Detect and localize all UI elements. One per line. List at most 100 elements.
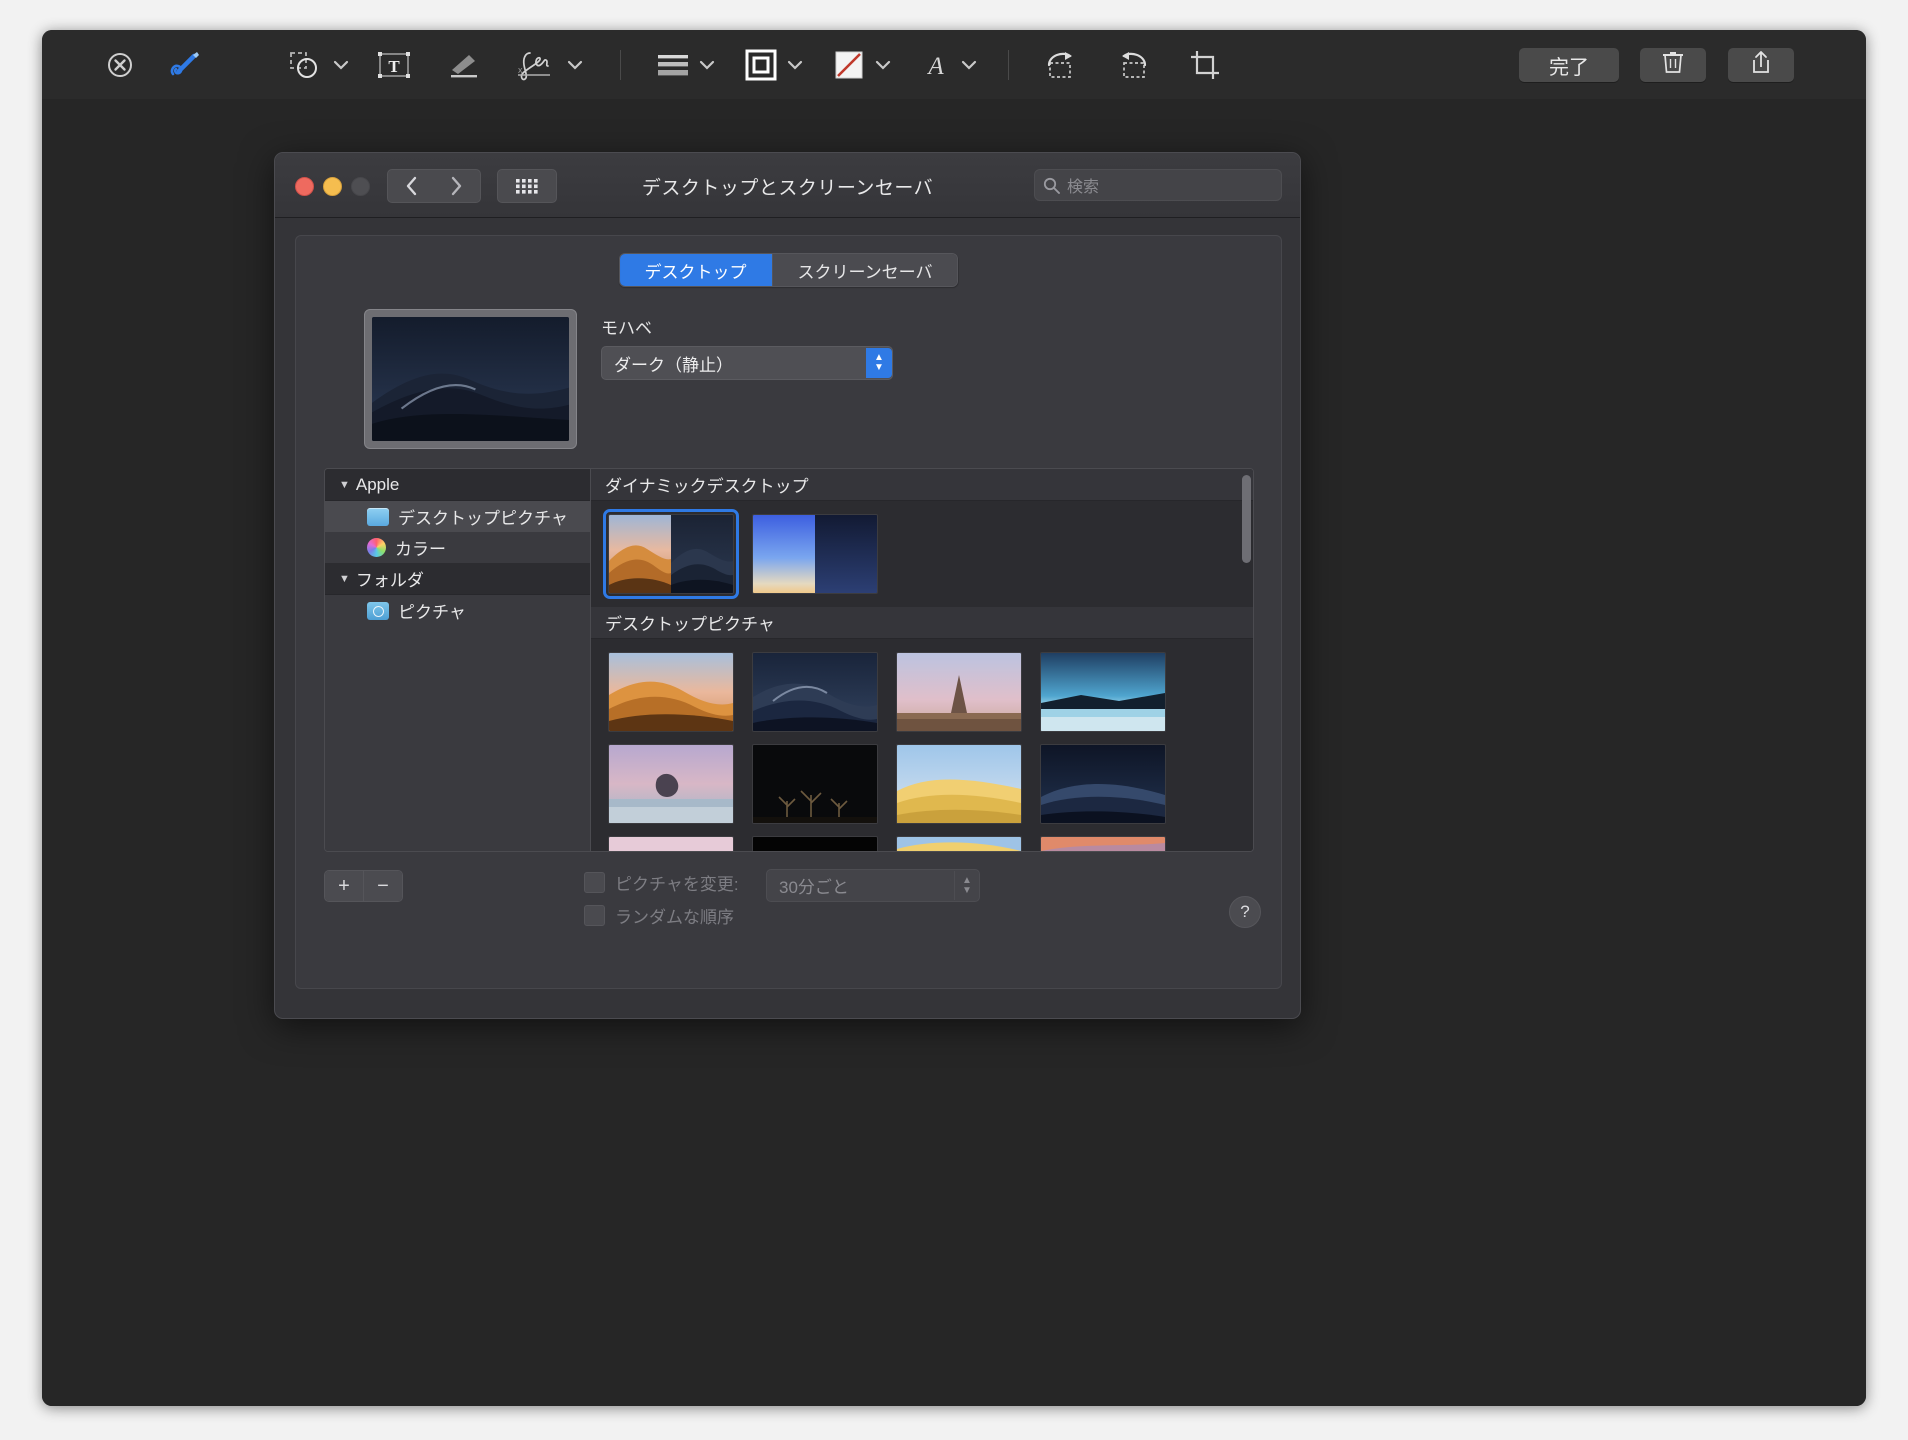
thumbnail-pink-flower[interactable]	[609, 837, 733, 851]
done-button[interactable]: 完了	[1519, 48, 1619, 82]
remove-folder-button[interactable]: −	[363, 871, 402, 901]
done-button-label: 完了	[1549, 51, 1589, 80]
thumbnail-scrollbar-thumb[interactable]	[1242, 475, 1251, 563]
search-input[interactable]: 検索	[1034, 169, 1282, 201]
thumbnail-sand-dune[interactable]	[897, 745, 1021, 823]
help-icon: ?	[1240, 902, 1249, 922]
crop-icon-glyph	[1189, 49, 1221, 81]
markup-window: T x	[42, 30, 1866, 1406]
current-desktop-thumbnail	[372, 317, 569, 441]
section-header-dynamic-desktop: ダイナミックデスクトップ	[591, 469, 1253, 501]
appearance-popup-stepper-icon: ▲ ▼	[866, 348, 892, 378]
search-placeholder: 検索	[1067, 173, 1099, 197]
toolbar-separator-2	[1008, 50, 1009, 80]
interval-popup-value: 30分ごと	[767, 873, 954, 898]
thumbnail-sunset-ridge[interactable]	[1041, 837, 1165, 851]
thumbnail-joshua-tree[interactable]	[753, 745, 877, 823]
highlight-icon[interactable]	[442, 30, 488, 99]
shape-style-icon-glyph	[656, 53, 690, 77]
source-group-folders[interactable]: ▼ フォルダ	[325, 563, 590, 595]
source-group-apple[interactable]: ▼ Apple	[325, 469, 590, 501]
source-group-folders-label: フォルダ	[356, 566, 424, 591]
trash-icon	[1662, 50, 1684, 80]
shapes-icon-glyph	[288, 50, 322, 80]
border-color-chevron-down-icon[interactable]	[784, 30, 806, 99]
appearance-popup-button[interactable]: ダーク（静止） ▲ ▼	[601, 346, 893, 380]
minus-icon: −	[377, 875, 389, 898]
rotate-left-icon-glyph	[1116, 49, 1150, 81]
thumbnail-mojave-day[interactable]	[609, 653, 733, 731]
interval-popup-stepper-icon: ▲ ▼	[954, 871, 979, 900]
sketch-icon-glyph	[167, 48, 203, 82]
thumbnail-mono-lake[interactable]	[609, 745, 733, 823]
crop-icon[interactable]	[1182, 30, 1228, 99]
wallpaper-name: モハベ	[601, 314, 652, 339]
source-group-apple-label: Apple	[356, 475, 399, 495]
signature-icon[interactable]: x	[512, 30, 562, 99]
thumbnail-desert-rock[interactable]	[897, 653, 1021, 731]
tab-screensaver-label: スクリーンセーバ	[798, 258, 933, 283]
svg-text:T: T	[388, 57, 400, 76]
sidebar-item-colors[interactable]: カラー	[325, 532, 590, 563]
thumbnail-row-dynamic	[591, 501, 1253, 593]
thumbnail-solar-gradients[interactable]	[753, 515, 877, 593]
tab-bar: デスクトップ スクリーンセーバ	[619, 253, 959, 287]
interval-popup-button[interactable]: 30分ごと ▲ ▼	[766, 869, 980, 902]
close-icon[interactable]	[98, 30, 142, 99]
sketch-icon[interactable]	[160, 30, 210, 99]
thumbnail-mojave-dynamic[interactable]	[609, 515, 733, 593]
close-icon-glyph	[106, 51, 134, 79]
change-picture-row: ピクチャを変更:	[584, 870, 739, 895]
sidebar-item-desktop-pictures[interactable]: デスクトップピクチャ	[325, 501, 590, 532]
folder-icon	[367, 508, 389, 526]
highlight-icon-glyph	[447, 50, 483, 80]
thumbnail-mojave-night[interactable]	[753, 653, 877, 731]
disclosure-triangle-icon-2[interactable]: ▼	[339, 573, 350, 585]
prefs-titlebar: デスクトップとスクリーンセーバ 検索	[275, 153, 1300, 218]
text-icon[interactable]: T	[372, 30, 416, 99]
border-color-icon-glyph	[745, 49, 777, 81]
thumbnail-row-3	[591, 823, 1253, 851]
font-icon[interactable]: A	[914, 30, 958, 99]
thumbnail-yellow-sand[interactable]	[897, 837, 1021, 851]
text-icon-glyph: T	[377, 50, 411, 80]
fill-color-chevron-down-icon[interactable]	[872, 30, 894, 99]
random-order-row: ランダムな順序	[584, 903, 734, 928]
svg-text:A: A	[926, 53, 944, 80]
signature-icon-glyph: x	[516, 49, 558, 81]
tab-screensaver[interactable]: スクリーンセーバ	[772, 254, 958, 286]
change-picture-checkbox[interactable]	[584, 872, 605, 893]
thumbnail-row-2	[591, 731, 1253, 823]
share-icon	[1750, 50, 1772, 80]
thumbnail-row-1	[591, 639, 1253, 731]
border-color-icon[interactable]	[738, 30, 784, 99]
section-header-dynamic-desktop-label: ダイナミックデスクトップ	[605, 472, 809, 497]
thumbnail-pane[interactable]: ダイナミックデスクトップ	[591, 469, 1253, 851]
rotate-left-icon[interactable]	[1110, 30, 1156, 99]
fill-color-icon[interactable]	[826, 30, 872, 99]
trash-button[interactable]	[1640, 48, 1706, 82]
shape-style-icon[interactable]	[650, 30, 696, 99]
wallpaper-browser: ▼ Apple デスクトップピクチャ カラー ▼ フォルダ	[324, 468, 1254, 852]
help-button[interactable]: ?	[1229, 896, 1261, 928]
sidebar-item-pictures[interactable]: ピクチャ	[325, 595, 590, 626]
font-icon-glyph: A	[921, 50, 951, 80]
random-order-checkbox[interactable]	[584, 905, 605, 926]
search-icon	[1043, 177, 1060, 194]
tab-desktop[interactable]: デスクトップ	[620, 254, 772, 286]
svg-text:x: x	[518, 65, 523, 75]
share-button[interactable]	[1728, 48, 1794, 82]
signature-chevron-down-icon[interactable]	[564, 30, 586, 99]
add-folder-button[interactable]: +	[325, 871, 363, 901]
section-header-desktop-pictures: デスクトップピクチャ	[591, 607, 1253, 639]
thumbnail-lake[interactable]	[1041, 653, 1165, 731]
rotate-right-icon[interactable]	[1038, 30, 1084, 99]
thumbnail-night-dune[interactable]	[1041, 745, 1165, 823]
thumbnail-black-bg[interactable]	[753, 837, 877, 851]
shapes-chevron-down-icon[interactable]	[330, 30, 352, 99]
shapes-icon[interactable]	[282, 30, 328, 99]
shape-style-chevron-down-icon[interactable]	[696, 30, 718, 99]
font-chevron-down-icon[interactable]	[958, 30, 980, 99]
disclosure-triangle-icon[interactable]: ▼	[339, 479, 350, 491]
canvas-left-strip	[42, 99, 193, 1406]
